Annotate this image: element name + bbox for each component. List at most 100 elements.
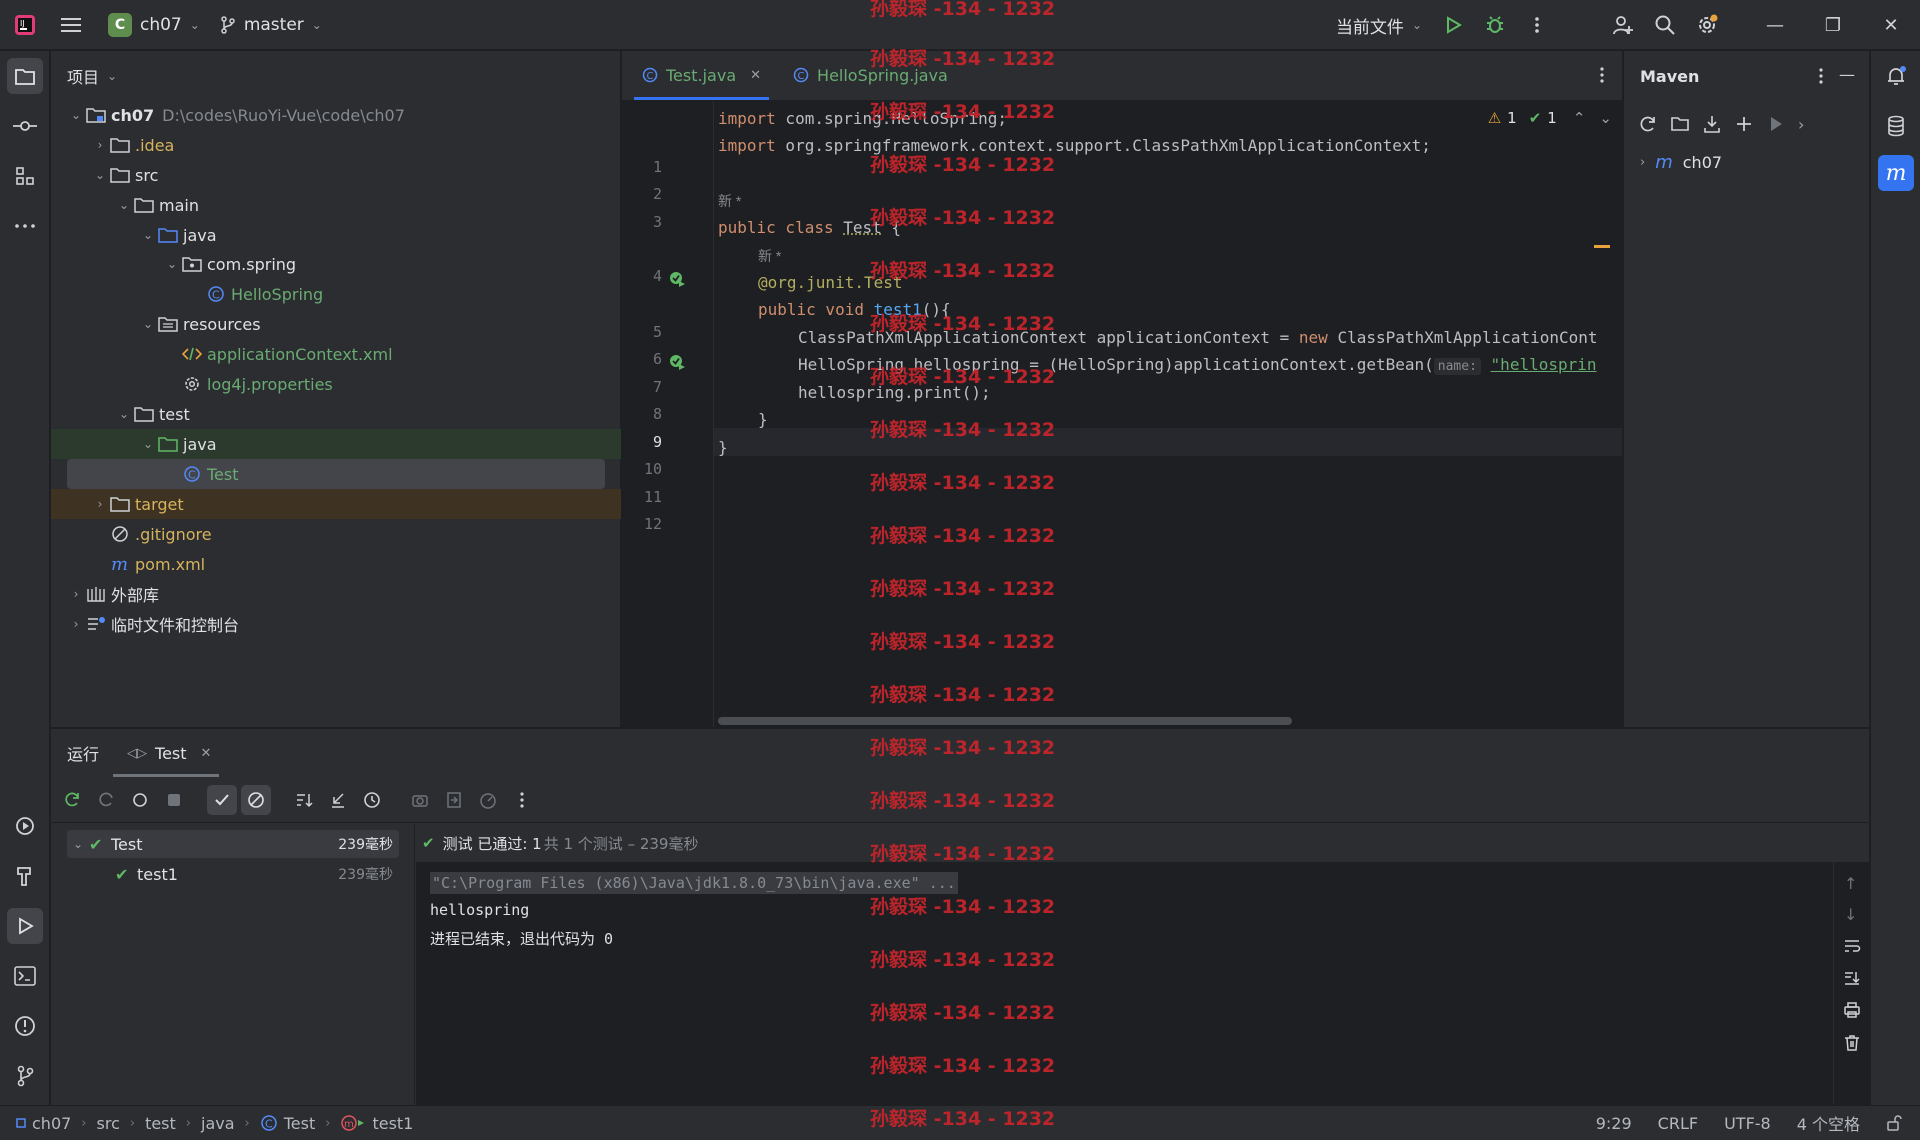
more-actions-icon[interactable] (507, 785, 537, 815)
tree-item[interactable]: ⌄ src (51, 160, 621, 190)
tree-item[interactable]: applicationContext.xml (51, 339, 621, 369)
line-separator[interactable]: CRLF (1658, 1114, 1698, 1133)
main-menu-icon[interactable] (50, 4, 92, 46)
commit-tool-icon[interactable] (7, 108, 43, 144)
chevron-right-icon[interactable]: › (1798, 115, 1804, 134)
lock-icon[interactable] (1886, 1115, 1902, 1131)
reload-icon[interactable] (1638, 114, 1658, 134)
tree-item[interactable]: ⌄ test (51, 399, 621, 429)
notifications-icon[interactable] (1878, 58, 1914, 94)
terminal-tool-icon[interactable] (7, 958, 43, 994)
tree-item[interactable]: ⌄ java (51, 220, 621, 250)
coverage-icon[interactable] (473, 785, 503, 815)
tab-options-icon[interactable] (1600, 67, 1604, 83)
run-button[interactable] (1432, 4, 1474, 46)
collapse-all-icon[interactable] (323, 785, 353, 815)
tree-item[interactable]: log4j.properties (51, 369, 621, 399)
project-panel-header[interactable]: 项目 ⌄ (51, 51, 620, 101)
chevron-down-icon[interactable]: ⌄ (115, 407, 133, 421)
close-icon[interactable]: ✕ (1862, 0, 1920, 50)
rerun-failed-icon[interactable] (91, 785, 121, 815)
chevron-right-icon[interactable]: › (91, 138, 109, 152)
rerun-icon[interactable] (57, 785, 87, 815)
add-icon[interactable] (1734, 114, 1754, 134)
code-line-11[interactable]: } (718, 435, 728, 461)
run-tool-icon[interactable] (7, 908, 43, 944)
structure-tool-icon[interactable] (7, 158, 43, 194)
tree-item[interactable]: ⌄ main (51, 190, 621, 220)
tree-item[interactable]: C HelloSpring (51, 279, 621, 309)
database-icon[interactable] (1878, 108, 1914, 144)
scroll-down-icon[interactable]: ↓ (1844, 905, 1857, 924)
tree-item[interactable]: ⌄ ch07 D:\codes\RuoYi-Vue\code\ch07 (51, 100, 621, 130)
show-passed-icon[interactable] (207, 784, 237, 815)
breadcrumb-item[interactable]: src (97, 1114, 120, 1133)
tree-item[interactable]: m pom.xml (51, 549, 621, 579)
add-user-icon[interactable] (1602, 4, 1644, 46)
open-folder-icon[interactable] (1670, 114, 1690, 134)
test-tree-row-child[interactable]: ✔ test1 239毫秒 (67, 860, 399, 888)
scroll-to-end-icon[interactable] (1843, 970, 1861, 986)
tree-item[interactable]: .gitignore (51, 519, 621, 549)
sort-icon[interactable] (289, 785, 319, 815)
test-tree-row-root[interactable]: ⌄ ✔ Test 239毫秒 (67, 830, 399, 858)
breadcrumb-item[interactable]: test (145, 1114, 176, 1133)
chevron-down-icon[interactable]: ⌄ (139, 228, 157, 242)
tree-item[interactable]: › .idea (51, 130, 621, 160)
inspection-widget[interactable]: ⚠ 1 ✔ 1 ⌃ ⌄ (1488, 109, 1612, 127)
maven-project-row[interactable]: › m ch07 (1624, 147, 1869, 177)
minimize-icon[interactable]: — (1746, 0, 1804, 50)
horizontal-scrollbar[interactable] (718, 717, 1292, 725)
camera-icon[interactable] (405, 785, 435, 815)
import-results-icon[interactable] (439, 785, 469, 815)
breadcrumb-item[interactable]: m test1 (340, 1114, 413, 1133)
warning-marker[interactable] (1594, 245, 1610, 248)
chevron-down-icon[interactable]: ⌄ (67, 108, 85, 122)
history-clock-icon[interactable] (357, 785, 387, 815)
problems-tool-icon[interactable] (7, 1008, 43, 1044)
branch-selector[interactable]: master ⌄ (210, 8, 332, 42)
run-maven-icon[interactable] (1766, 114, 1786, 134)
chevron-down-icon[interactable]: ⌄ (139, 317, 157, 331)
chevron-down-icon[interactable]: ⌄ (115, 198, 133, 212)
tab-test-java[interactable]: C Test.java ✕ (626, 50, 777, 100)
run-config-selector[interactable]: 当前文件 ⌄ (1326, 8, 1432, 42)
tab-run-test[interactable]: ◁▷ Test ✕ (113, 729, 220, 777)
code-line-2[interactable]: import org.springframework.context.suppo… (718, 133, 1431, 159)
print-icon[interactable] (1843, 1002, 1861, 1018)
indent-setting[interactable]: 4 个空格 (1797, 1111, 1860, 1135)
code-vision-hint[interactable]: 新 * (758, 243, 781, 269)
chevron-down-icon[interactable]: ⌄ (139, 437, 157, 451)
breadcrumb-item[interactable]: java (201, 1114, 235, 1133)
show-ignored-icon[interactable] (241, 784, 271, 815)
debug-button[interactable] (1474, 4, 1516, 46)
maven-tool-icon[interactable]: m (1878, 155, 1914, 191)
run-test-gutter-icon[interactable] (668, 270, 686, 288)
console-output[interactable]: ✔ 测试 已通过: 1 共 1 个测试 – 239毫秒 "C:\Program … (416, 824, 1869, 1106)
chevron-down-icon[interactable]: ⌄ (1599, 109, 1612, 127)
soft-wrap-icon[interactable] (1843, 938, 1861, 954)
tree-item[interactable]: ⌄ resources (51, 309, 621, 339)
breadcrumb-item[interactable]: C Test (260, 1114, 315, 1133)
settings-gear-icon[interactable] (1686, 4, 1728, 46)
build-tool-icon[interactable] (7, 858, 43, 894)
close-tab-icon[interactable]: ✕ (750, 68, 761, 83)
caret-position[interactable]: 9:29 (1596, 1114, 1632, 1133)
toggle-auto-test-icon[interactable] (125, 785, 155, 815)
services-tool-icon[interactable] (7, 808, 43, 844)
stop-icon[interactable] (159, 785, 189, 815)
tree-item[interactable]: C Test (67, 459, 605, 489)
scroll-up-icon[interactable]: ↑ (1844, 874, 1857, 893)
more-options-icon[interactable] (1819, 68, 1823, 84)
restore-icon[interactable]: ❐ (1804, 0, 1862, 50)
tree-item[interactable]: ⌄ java (51, 429, 621, 459)
chevron-right-icon[interactable]: › (67, 587, 85, 601)
code-line-10[interactable]: } (758, 407, 768, 433)
project-selector[interactable]: C ch07 ⌄ (98, 8, 210, 42)
trash-icon[interactable] (1843, 1034, 1861, 1052)
more-tools-icon[interactable] (7, 208, 43, 244)
tree-item[interactable]: › target (51, 489, 621, 519)
tree-item[interactable]: ⌄ com.spring (51, 249, 621, 279)
minimize-panel-icon[interactable]: — (1839, 65, 1855, 84)
git-tool-icon[interactable] (7, 1058, 43, 1094)
